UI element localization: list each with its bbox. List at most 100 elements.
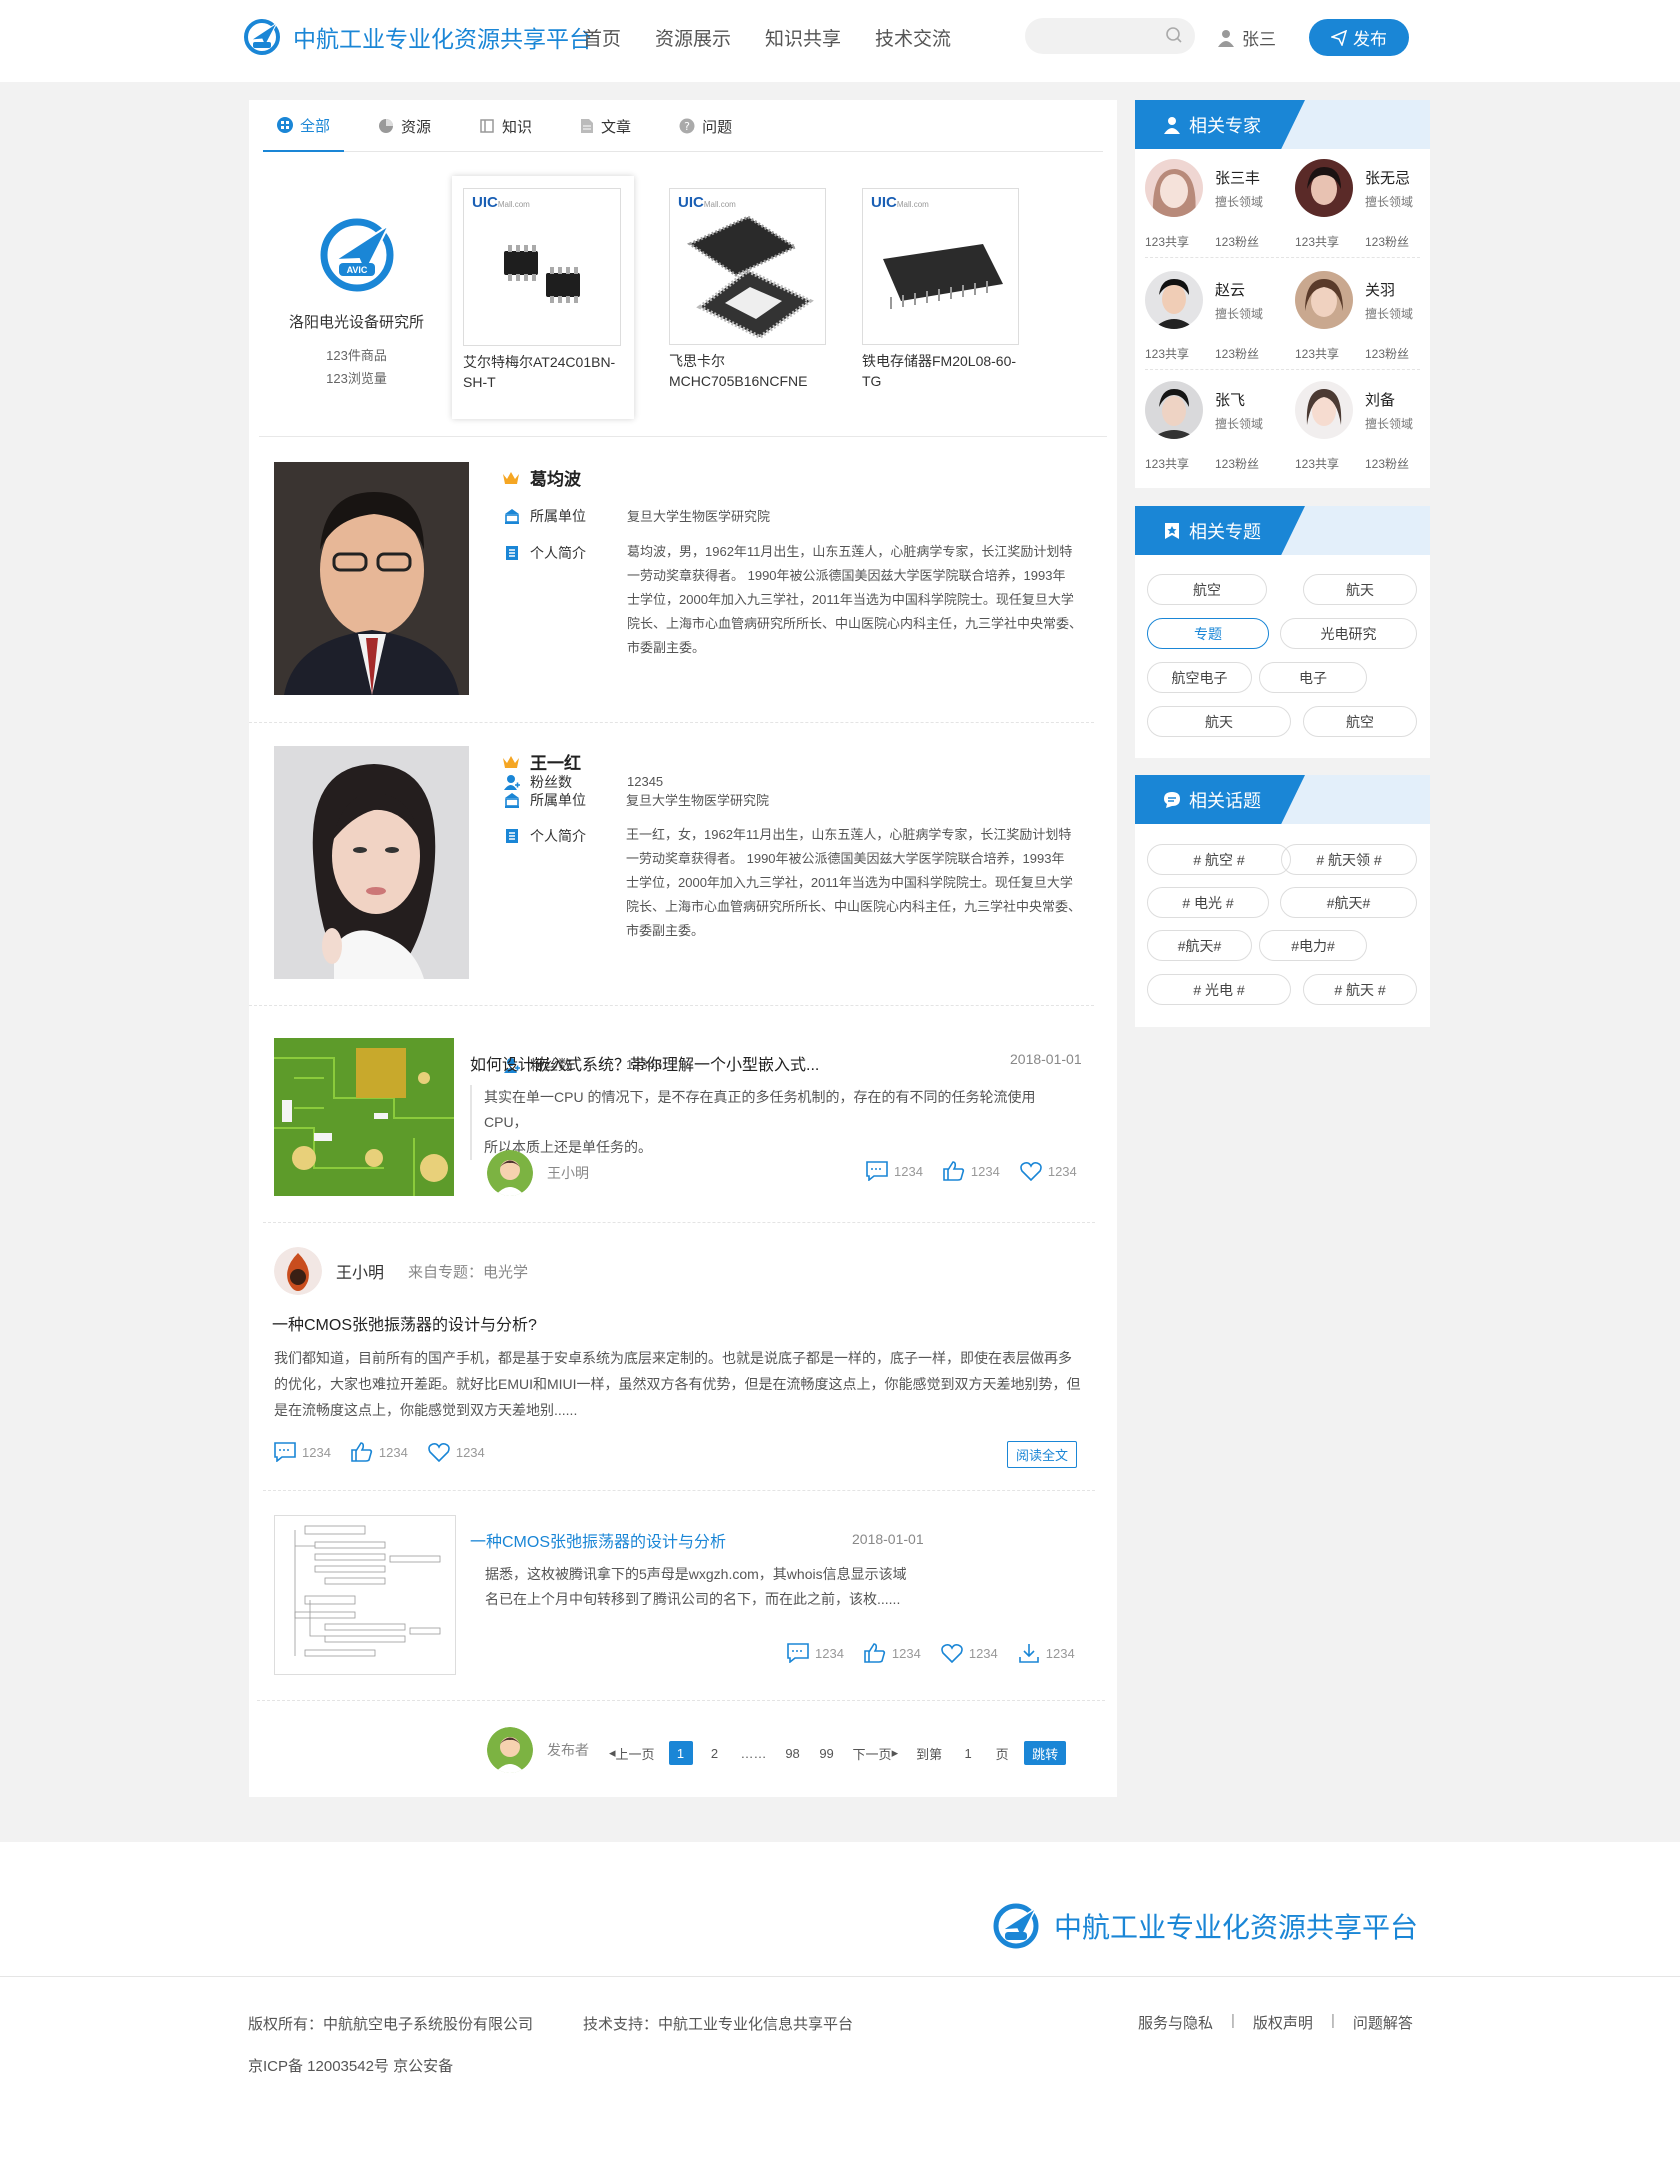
question-body: 我们都知道，目前所有的国产手机，都是基于安卓系统为底层来定制的。也就是说底子都是… xyxy=(274,1350,1081,1418)
expert-name[interactable]: 葛均波 xyxy=(502,465,581,490)
building-icon xyxy=(505,509,519,524)
publish-label: 发布 xyxy=(1353,30,1387,49)
talk-tag[interactable]: #航天# xyxy=(1147,930,1252,961)
topic-tag[interactable]: 航空 xyxy=(1147,574,1267,605)
topic-tag[interactable]: 航天 xyxy=(1147,706,1291,737)
privacy-link[interactable]: 服务与隐私 xyxy=(1138,2012,1213,2033)
thumbs-up-icon xyxy=(864,1643,886,1663)
question-topic[interactable]: 来自专题：电光学 xyxy=(408,1261,528,1282)
like-stat[interactable]: 1234 xyxy=(351,1442,408,1462)
fans-label: 粉丝数 xyxy=(530,774,572,790)
faq-link[interactable]: 问题解答 xyxy=(1353,2012,1413,2033)
intro-label: 个人简介 xyxy=(530,828,586,844)
goto-input[interactable]: 1 xyxy=(956,1741,980,1765)
nav-tech[interactable]: 技术交流 xyxy=(875,24,951,51)
nav-knowledge[interactable]: 知识共享 xyxy=(765,24,841,51)
tab-articles[interactable]: 文章 xyxy=(566,100,645,152)
copyright-link[interactable]: 版权声明 xyxy=(1253,2012,1313,2033)
like-stat[interactable]: 1234 xyxy=(864,1643,921,1663)
article-title[interactable]: 如何设计嵌入式系统？带你理解一个小型嵌入式... xyxy=(470,1051,819,1075)
topic-tag-active[interactable]: 专题 xyxy=(1147,618,1269,649)
sidebar-expert[interactable]: 张三丰 擅长领域 123共享 123粉丝 xyxy=(1135,149,1275,259)
expert-photo[interactable] xyxy=(274,746,469,979)
favorite-stat[interactable]: 1234 xyxy=(1020,1161,1077,1181)
tab-label: 资源 xyxy=(401,118,432,136)
sidebar-expert[interactable]: 关羽 擅长领域 123共享 123粉丝 xyxy=(1285,261,1425,371)
site-title: 中航工业专业化资源共享平台 xyxy=(293,26,592,52)
search-input[interactable] xyxy=(1025,18,1155,54)
sidebar-expert[interactable]: 张无忌 擅长领域 123共享 123粉丝 xyxy=(1285,149,1425,259)
talk-tag[interactable]: # 航天领 # xyxy=(1281,844,1417,875)
author-name: 王小明 xyxy=(547,1165,589,1181)
avatar xyxy=(1145,271,1203,329)
tab-all[interactable]: 全部 xyxy=(263,100,345,152)
page-2[interactable]: 2 xyxy=(703,1741,727,1765)
favorite-stat[interactable]: 1234 xyxy=(428,1442,485,1462)
product-card[interactable]: UICMall.com 艾尔特梅尔AT24C01BN-SH-T xyxy=(452,176,634,419)
sidebar-expert[interactable]: 赵云 擅长领域 123共享 123粉丝 xyxy=(1135,261,1275,371)
question-title[interactable]: 一种CMOS张弛振荡器的设计与分析? xyxy=(272,1311,537,1335)
expert-intro: 葛均波，男，1962年11月出生，山东五莲人，心脏病学专家，长江奖励计划特 一劳动… xyxy=(627,544,1083,655)
article-author[interactable]: 王小明 xyxy=(487,1150,589,1196)
page-98[interactable]: 98 xyxy=(781,1741,805,1765)
related-talks-panel: 相关话题 # 航空 # # 航天领 # # 电光 # #航天# #航天# #电力… xyxy=(1135,775,1430,1027)
download-stat[interactable]: 1234 xyxy=(1018,1643,1075,1663)
nav-resources[interactable]: 资源展示 xyxy=(655,24,731,51)
sidebar-expert[interactable]: 刘备 擅长领域 123共享 123粉丝 xyxy=(1285,371,1425,481)
topic-tag[interactable]: 电子 xyxy=(1259,662,1367,693)
site-logo[interactable]: 中航工业专业化资源共享平台 xyxy=(243,18,592,56)
product-card[interactable]: UICMall.com 铁电存储器FM20L08-60-TG xyxy=(862,188,1022,391)
topic-tag[interactable]: 航天 xyxy=(1303,574,1417,605)
comment-stat[interactable]: 1234 xyxy=(787,1643,844,1663)
topic-tag[interactable]: 航空电子 xyxy=(1147,662,1252,693)
comment-stat[interactable]: 1234 xyxy=(274,1442,331,1462)
expert-org-row: 所属单位 xyxy=(504,506,586,526)
product-image: UICMall.com xyxy=(669,188,826,345)
talk-tag[interactable]: # 航空 # xyxy=(1147,844,1291,875)
document-title[interactable]: 一种CMOS张弛振荡器的设计与分析 xyxy=(470,1528,726,1552)
search-icon[interactable] xyxy=(1165,26,1183,44)
page-99[interactable]: 99 xyxy=(815,1741,839,1765)
comment-icon xyxy=(274,1442,296,1462)
jump-button[interactable]: 跳转 xyxy=(1024,1741,1067,1765)
product-card[interactable]: UICMall.com 飞思卡尔MCHC705B16NCFNE xyxy=(669,188,829,391)
read-more-button[interactable]: 阅读全文 xyxy=(1007,1441,1078,1468)
comment-stat[interactable]: 1234 xyxy=(866,1161,923,1181)
topic-tag[interactable]: 航空 xyxy=(1303,706,1417,737)
talk-tag[interactable]: #电力# xyxy=(1259,930,1367,961)
talk-tag[interactable]: # 光电 # xyxy=(1147,974,1291,1005)
footer-logo[interactable]: 中航工业专业化资源共享平台 xyxy=(992,1902,1418,1950)
divider xyxy=(249,722,1094,723)
tab-knowledge[interactable]: 知识 xyxy=(465,100,546,152)
next-page-button[interactable]: 下一页 ▸ xyxy=(849,1741,903,1765)
topic-tag[interactable]: 光电研究 xyxy=(1280,618,1417,649)
product-name: 铁电存储器FM20L08-60-TG xyxy=(862,353,1017,389)
favorite-stat[interactable]: 1234 xyxy=(941,1643,998,1663)
panel-header: 相关专题 xyxy=(1135,506,1430,555)
divider xyxy=(259,436,1107,437)
question-author[interactable]: 王小明 来自专题：电光学 xyxy=(274,1247,528,1295)
page-1[interactable]: 1 xyxy=(668,1741,693,1765)
expert-photo[interactable] xyxy=(274,462,469,695)
uic-mall-logo: UICMall.com xyxy=(472,194,530,211)
document-stats: 1234 1234 1234 1234 xyxy=(787,1643,1075,1663)
company-card[interactable]: AVIC 洛阳电光设备研究所 123件商品 123浏览量 xyxy=(249,215,464,390)
crown-icon xyxy=(503,755,519,768)
talk-tag[interactable]: # 航天 # xyxy=(1303,974,1417,1005)
article-thumbnail[interactable] xyxy=(274,1038,454,1196)
tab-resources[interactable]: 资源 xyxy=(364,100,445,152)
tab-questions[interactable]: ? 问题 xyxy=(665,100,746,152)
prev-page-button[interactable]: ◂ 上一页 xyxy=(605,1741,659,1765)
user-menu[interactable]: 张三 xyxy=(1218,25,1276,50)
document-author[interactable]: 发布者 xyxy=(487,1727,589,1773)
talk-tag[interactable]: # 电光 # xyxy=(1147,887,1269,918)
expert-name[interactable]: 王一红 xyxy=(502,749,581,774)
avatar xyxy=(1295,381,1353,439)
divider xyxy=(0,1976,1680,1977)
publish-button[interactable]: 发布 xyxy=(1309,19,1409,56)
sidebar-expert[interactable]: 张飞 擅长领域 123共享 123粉丝 xyxy=(1135,371,1275,481)
nav-home[interactable]: 首页 xyxy=(583,24,621,51)
talk-tag[interactable]: #航天# xyxy=(1280,887,1417,918)
document-thumbnail[interactable] xyxy=(274,1515,456,1675)
like-stat[interactable]: 1234 xyxy=(943,1161,1000,1181)
